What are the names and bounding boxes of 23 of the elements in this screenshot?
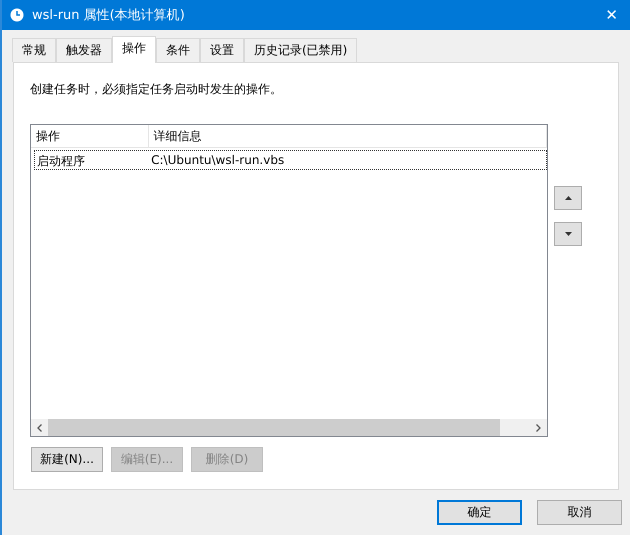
tab[interactable]: 设置 bbox=[200, 38, 244, 62]
ok-button[interactable]: 确定 bbox=[437, 500, 522, 525]
column-header[interactable]: 操作 bbox=[31, 125, 149, 147]
tab[interactable]: 历史记录(已禁用) bbox=[244, 38, 358, 62]
move-down-button[interactable] bbox=[554, 222, 582, 246]
tab[interactable]: 触发器 bbox=[56, 38, 112, 62]
close-button[interactable]: ✕ bbox=[601, 6, 622, 24]
horizontal-scrollbar[interactable] bbox=[31, 419, 547, 436]
clock-icon bbox=[10, 8, 24, 22]
action-button[interactable]: 新建(N)... bbox=[31, 447, 103, 472]
list-row[interactable]: 启动程序 C:\Ubuntu\wsl-run.vbs bbox=[34, 150, 547, 170]
up-arrow-icon bbox=[564, 196, 572, 200]
table-cell-text: C:\Ubuntu\wsl-run.vbs bbox=[150, 152, 286, 169]
window-title: wsl-run 属性(本地计算机) bbox=[32, 7, 186, 24]
tab[interactable]: 条件 bbox=[156, 38, 200, 62]
table-cell-text: 启动程序 bbox=[36, 153, 86, 169]
move-up-button[interactable] bbox=[554, 186, 582, 210]
column-header[interactable]: 详细信息 bbox=[148, 125, 547, 147]
tab[interactable]: 操作 bbox=[112, 36, 156, 63]
tab[interactable]: 常规 bbox=[12, 38, 56, 62]
cancel-button[interactable]: 取消 bbox=[537, 500, 622, 525]
description-text: 创建任务时，必须指定任务启动时发生的操作。 bbox=[30, 81, 283, 98]
down-arrow-icon bbox=[564, 232, 572, 236]
